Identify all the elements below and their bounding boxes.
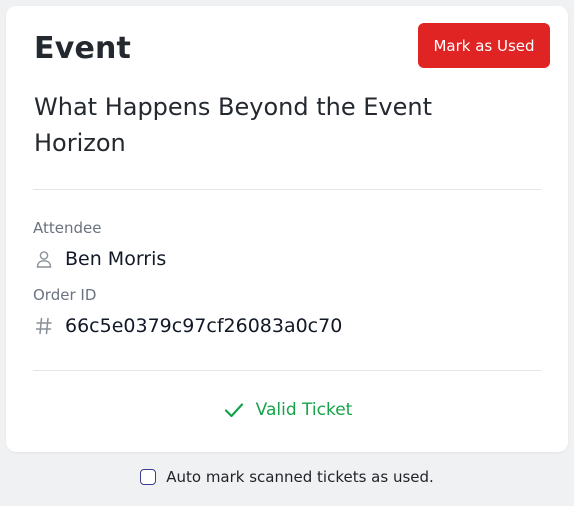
mark-as-used-button[interactable]: Mark as Used: [418, 23, 550, 68]
check-icon: [222, 398, 246, 422]
attendee-label: Attendee: [33, 219, 102, 237]
auto-mark-checkbox[interactable]: [140, 469, 157, 485]
divider: [33, 370, 541, 371]
ticket-card: Event Mark as Used What Happens Beyond t…: [6, 6, 568, 452]
attendee-name: Ben Morris: [65, 248, 167, 270]
order-id-label: Order ID: [33, 286, 97, 304]
auto-mark-label[interactable]: Auto mark scanned tickets as used.: [166, 468, 434, 486]
status-text: Valid Ticket: [255, 400, 353, 420]
card-title: Event: [34, 31, 132, 66]
divider: [33, 189, 541, 190]
event-name: What Happens Beyond the Event Horizon: [34, 93, 432, 157]
attendee-row: Ben Morris: [33, 248, 166, 270]
auto-mark-option: Auto mark scanned tickets as used.: [0, 468, 574, 486]
hash-icon: [33, 315, 55, 337]
user-icon: [33, 248, 55, 270]
order-id-value: 66c5e0379c97cf26083a0c70: [65, 315, 343, 337]
order-id-row: 66c5e0379c97cf26083a0c70: [33, 315, 342, 337]
ticket-status: Valid Ticket: [6, 398, 568, 422]
